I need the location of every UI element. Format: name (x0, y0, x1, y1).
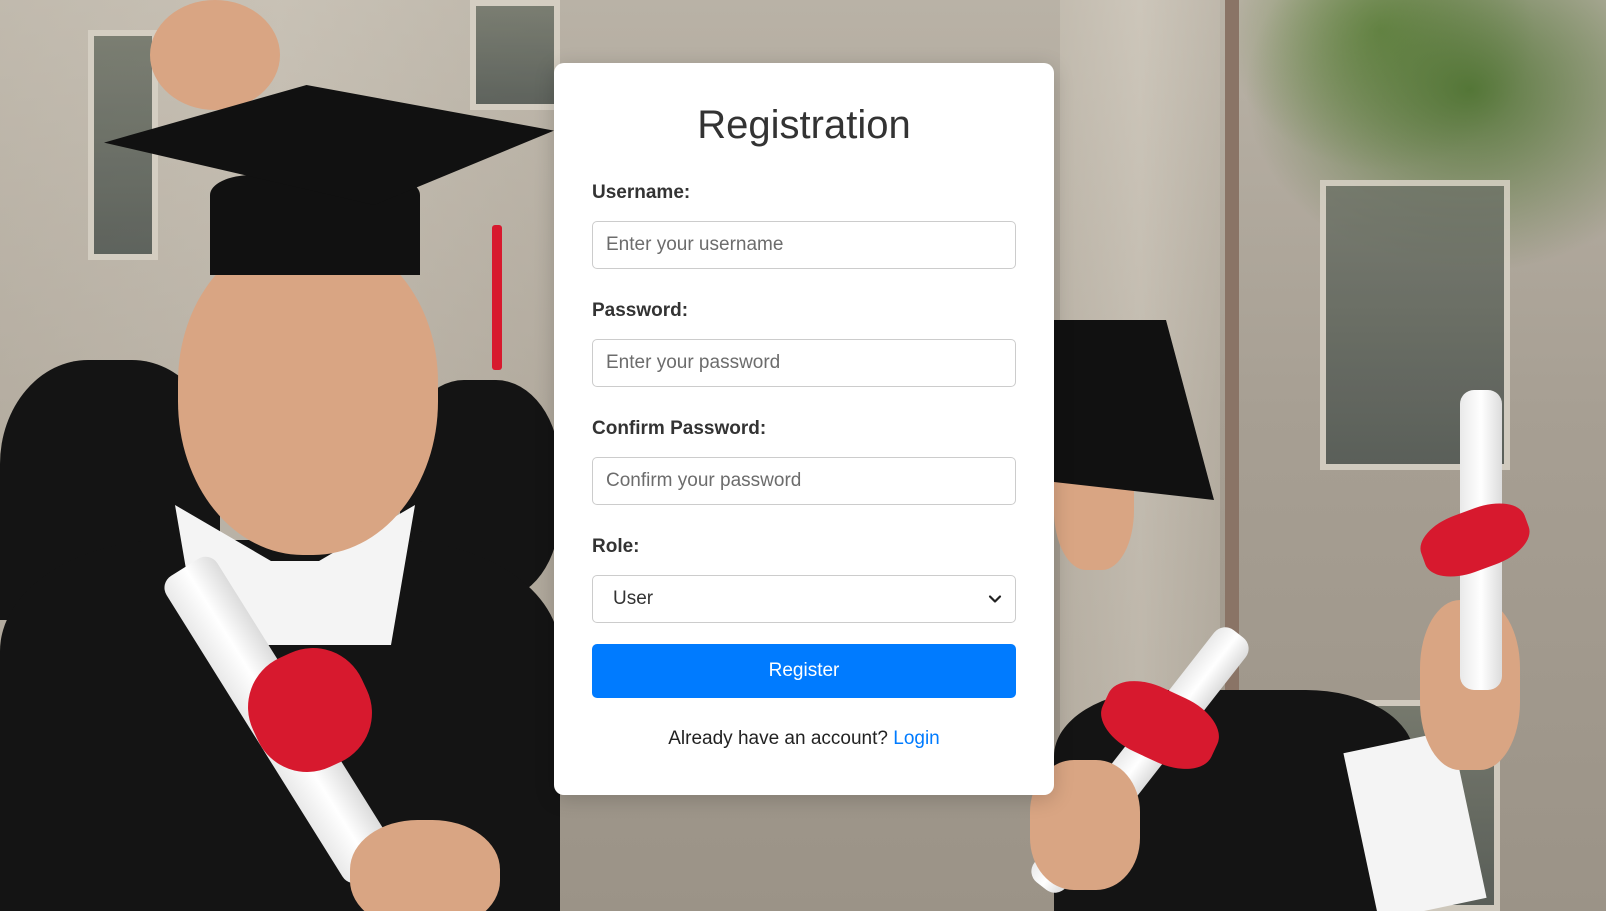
confirm-password-label: Confirm Password: (592, 418, 767, 439)
confirm-password-input[interactable] (592, 457, 1016, 505)
password-label: Password: (592, 300, 689, 321)
role-select-value[interactable]: User (592, 575, 1016, 623)
registration-page: Registration Username: Password: Confirm… (0, 0, 1606, 911)
role-label: Role: (592, 536, 640, 557)
password-input[interactable] (592, 339, 1016, 387)
username-label: Username: (592, 182, 691, 203)
login-prompt-text: Already have an account? (668, 728, 888, 749)
role-select[interactable]: User (592, 575, 1016, 623)
login-link[interactable]: Login (893, 728, 940, 749)
register-button[interactable]: Register (592, 644, 1016, 698)
username-input[interactable] (592, 221, 1016, 269)
page-title: Registration (697, 103, 911, 147)
chevron-down-icon (988, 595, 1002, 603)
registration-card: Registration Username: Password: Confirm… (554, 63, 1054, 795)
login-prompt-row: Already have an account? Login (592, 728, 1016, 750)
